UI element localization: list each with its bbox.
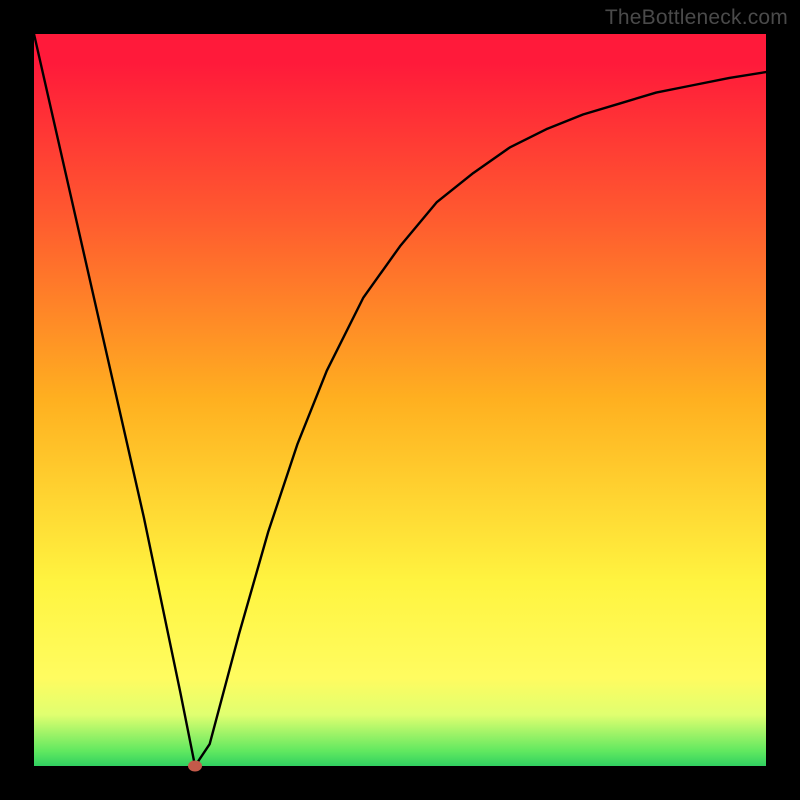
watermark-text: TheBottleneck.com — [605, 6, 788, 30]
curve-path — [34, 34, 766, 766]
min-marker — [188, 761, 202, 772]
plot-area — [34, 34, 766, 766]
chart-frame: TheBottleneck.com — [0, 0, 800, 800]
curve-svg — [34, 34, 766, 766]
